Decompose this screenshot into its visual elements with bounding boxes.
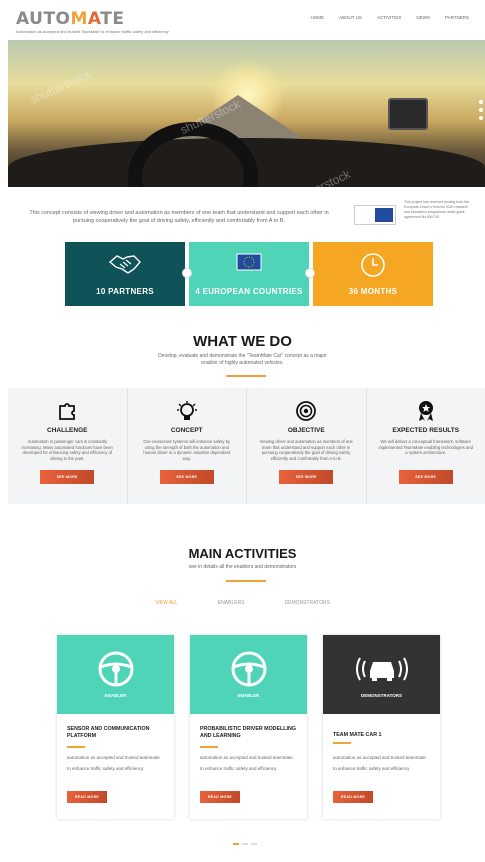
card-header: DEMONSTRATORS [323, 635, 440, 714]
stat-label: 10 PARTNERS [96, 287, 154, 296]
stat-months: 36 MONTHS [313, 242, 433, 306]
tagline: Automation as accepted and trusted TeamM… [16, 29, 169, 34]
activity-card[interactable]: DEMONSTRATORS TEAM MATE CAR 1 automation… [323, 635, 440, 819]
nav-activities[interactable]: ACTIVITIES [377, 15, 402, 20]
stat-label: 4 EUROPEAN COUNTRIES [195, 287, 303, 296]
card-header: ENABLER [57, 635, 174, 714]
card-title: PROBABILISTIC DRIVER MODELLING AND LEARN… [200, 726, 296, 739]
filter-view-all[interactable]: VIEW ALL [155, 600, 178, 606]
card-divider [333, 742, 351, 744]
what-we-do-title: WHAT WE DO [193, 333, 292, 350]
eu-funding-text: This project has received funding from t… [404, 200, 470, 219]
site-header: AUTOMATE Automation as accepted and trus… [0, 0, 485, 40]
card-text: automation as accepted and trusted teamm… [200, 755, 293, 771]
nav-news[interactable]: NEWS [416, 15, 430, 20]
expected-results-column: EXPECTED RESULTS We will deliver a conce… [365, 388, 485, 504]
bulb-icon [176, 401, 197, 420]
what-we-do-subtitle: Develop, evaluate and demonstrate the "T… [158, 353, 327, 366]
read-more-button[interactable]: READ MORE [67, 791, 107, 803]
puzzle-icon [59, 403, 76, 420]
challenge-column: CHALLENGE Automation in passenger cars i… [8, 388, 127, 504]
concept-title: CONCEPT [170, 427, 203, 434]
expected-results-desc: We will deliver a conceptual framework, … [378, 439, 473, 455]
concept-text: This concept consists of viewing driver … [29, 210, 329, 224]
watermark: shutterstock [28, 66, 93, 108]
title-underline [226, 580, 266, 582]
challenge-desc: Automation in passenger cars is constant… [21, 439, 113, 461]
what-we-do-panel: CHALLENGE Automation in passenger cars i… [8, 388, 485, 504]
card-title: SENSOR AND COMMUNICATION PLATFORM [67, 726, 150, 739]
activity-cards: ENABLER SENSOR AND COMMUNICATION PLATFOR… [57, 635, 441, 819]
nav-home[interactable]: HOME [310, 15, 324, 20]
stat-countries: 4 EUROPEAN COUNTRIES [189, 242, 309, 306]
objective-column: OBJECTIVE Viewing driver and automation … [246, 388, 366, 504]
handshake-icon [108, 255, 141, 274]
card-tag: ENABLER [237, 693, 260, 698]
target-icon [296, 401, 317, 421]
hero-image: shutterstock shutterstock shutterstock [8, 40, 485, 187]
stat-connector [182, 268, 192, 278]
card-title: TEAM MATE CAR 1 [333, 732, 382, 738]
card-text: automation as accepted and trusted teamm… [67, 755, 160, 771]
card-tag: DEMONSTRATORS [360, 693, 403, 698]
car-signal-icon [355, 657, 408, 681]
challenge-title: CHALLENGE [47, 427, 88, 434]
objective-see-more-button[interactable]: SEE MORE [279, 470, 334, 484]
concept-desc: Our envisioned systems will enhance safe… [143, 439, 231, 461]
stat-connector [305, 268, 315, 278]
expected-results-see-more-button[interactable]: SEE MORE [398, 470, 453, 484]
main-activities-title: MAIN ACTIVITIES [188, 546, 297, 561]
main-activities-subtitle: see in details all the enablers and demo… [188, 564, 297, 570]
clock-icon [361, 253, 385, 277]
activity-card[interactable]: ENABLER PROBABILISTIC DRIVER MODELLING A… [190, 635, 307, 819]
read-more-button[interactable]: READ MORE [200, 791, 240, 803]
pagination[interactable] [233, 843, 257, 845]
gps-device [388, 98, 428, 130]
steering-wheel-icon [231, 651, 266, 687]
activity-filters: VIEW ALL ENABLERS DEMONSTRATORS [0, 600, 485, 606]
concept-see-more-button[interactable]: SEE MORE [159, 470, 214, 484]
expected-results-title: EXPECTED RESULTS [392, 427, 460, 434]
card-divider [67, 746, 85, 748]
card-header: ENABLER [190, 635, 307, 714]
filter-enablers[interactable]: ENABLERS [218, 600, 245, 606]
objective-desc: Viewing driver and automation as members… [259, 439, 353, 461]
nav-about-us[interactable]: ABOUT US [339, 15, 362, 20]
stat-label: 36 MONTHS [348, 287, 398, 296]
slider-dots[interactable] [479, 100, 483, 120]
eu-flag-logo [354, 205, 396, 225]
eu-flag-icon [375, 208, 393, 222]
main-nav: HOME ABOUT US ACTIVITIES NEWS PARTNERS [310, 15, 469, 20]
eu-flag-icon [236, 253, 262, 271]
activity-card[interactable]: ENABLER SENSOR AND COMMUNICATION PLATFOR… [57, 635, 174, 819]
nav-partners[interactable]: PARTNERS [445, 15, 469, 20]
title-underline [226, 375, 266, 377]
steering-wheel-icon [98, 651, 133, 687]
filter-demonstrators[interactable]: DEMONSTRATORS [285, 600, 330, 606]
objective-title: OBJECTIVE [287, 427, 325, 434]
card-text: automation as accepted and trusted teamm… [333, 755, 426, 771]
stat-partners: 10 PARTNERS [65, 242, 185, 306]
challenge-see-more-button[interactable]: SEE MORE [40, 470, 95, 484]
award-icon [418, 401, 433, 421]
card-tag: ENABLER [104, 693, 127, 698]
card-divider [200, 746, 218, 748]
logo[interactable]: AUTOMATE [16, 9, 124, 29]
read-more-button[interactable]: READ MORE [333, 791, 373, 803]
stats-strip: 10 PARTNERS 4 EUROPEAN COUNTRIES 36 MONT… [65, 242, 433, 306]
concept-column: CONCEPT Our envisioned systems will enha… [126, 388, 247, 504]
